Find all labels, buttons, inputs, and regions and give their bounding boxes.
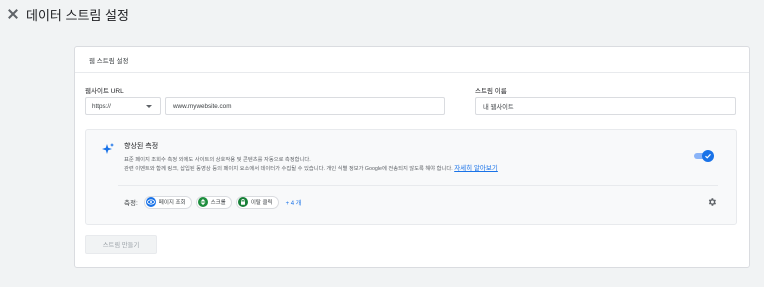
website-url-placeholder: www.mywebsite.com bbox=[173, 102, 232, 110]
scroll-icon bbox=[197, 197, 208, 207]
divider bbox=[118, 185, 718, 186]
chevron-down-icon bbox=[146, 104, 152, 108]
chip-scrolls[interactable]: 스크롤 bbox=[195, 195, 232, 209]
description-line-1: 표준 페이지 조회수 측정 외에도 사이트의 상호작용 및 콘텐츠를 자동으로 … bbox=[124, 157, 311, 163]
enhanced-measurement-title: 향상된 측정 bbox=[124, 143, 159, 150]
learn-more-link[interactable]: 자세히 알아보기 bbox=[454, 165, 498, 172]
close-icon[interactable] bbox=[6, 7, 20, 21]
page-title: 데이터 스트림 설정 bbox=[26, 7, 129, 23]
gear-icon[interactable] bbox=[707, 197, 717, 207]
top-bar: 데이터 스트림 설정 bbox=[0, 0, 764, 28]
description-line-2: 관련 이벤트와 함께 링크, 삽입된 동영상 등의 페이지 요소에서 데이터가 … bbox=[124, 165, 453, 172]
web-stream-settings-card: 웹 스트림 설정 웹사이트 URL 스트림 이름 https:// www.my… bbox=[74, 46, 750, 268]
toggle-knob bbox=[702, 150, 714, 162]
website-url-label: 웹사이트 URL bbox=[85, 88, 124, 95]
more-events-link[interactable]: + 4 개 bbox=[286, 198, 302, 207]
chip-label: 페이지 조회 bbox=[158, 200, 186, 206]
stream-name-input[interactable]: 내 웹사이트 bbox=[475, 97, 736, 115]
website-url-input[interactable]: www.mywebsite.com bbox=[165, 97, 445, 115]
enhanced-measurement-description: 표준 페이지 조회수 측정 외에도 사이트의 상호작용 및 콘텐츠를 자동으로 … bbox=[124, 156, 684, 173]
card-title: 웹 스트림 설정 bbox=[89, 57, 129, 65]
enhanced-measurement-panel: 향상된 측정 표준 페이지 조회수 측정 외에도 사이트의 상호작용 및 콘텐츠… bbox=[85, 129, 737, 225]
chip-label: 이탈 클릭 bbox=[250, 200, 273, 206]
protocol-select[interactable]: https:// bbox=[85, 97, 161, 115]
stream-name-placeholder: 내 웹사이트 bbox=[483, 103, 514, 111]
measuring-row: 측정: 페이지 조회 스크롤 이탈 클릭 + 4 개 bbox=[124, 195, 301, 209]
chip-label: 스크롤 bbox=[210, 200, 226, 206]
chip-page-views[interactable]: 페이지 조회 bbox=[143, 195, 192, 209]
measuring-label: 측정: bbox=[124, 200, 138, 207]
sparkle-icon bbox=[102, 143, 114, 154]
lock-icon bbox=[237, 197, 248, 207]
eye-icon bbox=[145, 197, 156, 207]
enhanced-measurement-toggle[interactable] bbox=[694, 150, 714, 162]
chip-outbound-clicks[interactable]: 이탈 클릭 bbox=[235, 195, 279, 209]
stream-name-label: 스트림 이름 bbox=[475, 88, 507, 95]
protocol-value: https:// bbox=[92, 102, 111, 110]
card-header: 웹 스트림 설정 bbox=[75, 47, 749, 73]
check-icon bbox=[705, 153, 711, 159]
create-stream-button[interactable]: 스트림 만들기 bbox=[85, 235, 157, 254]
